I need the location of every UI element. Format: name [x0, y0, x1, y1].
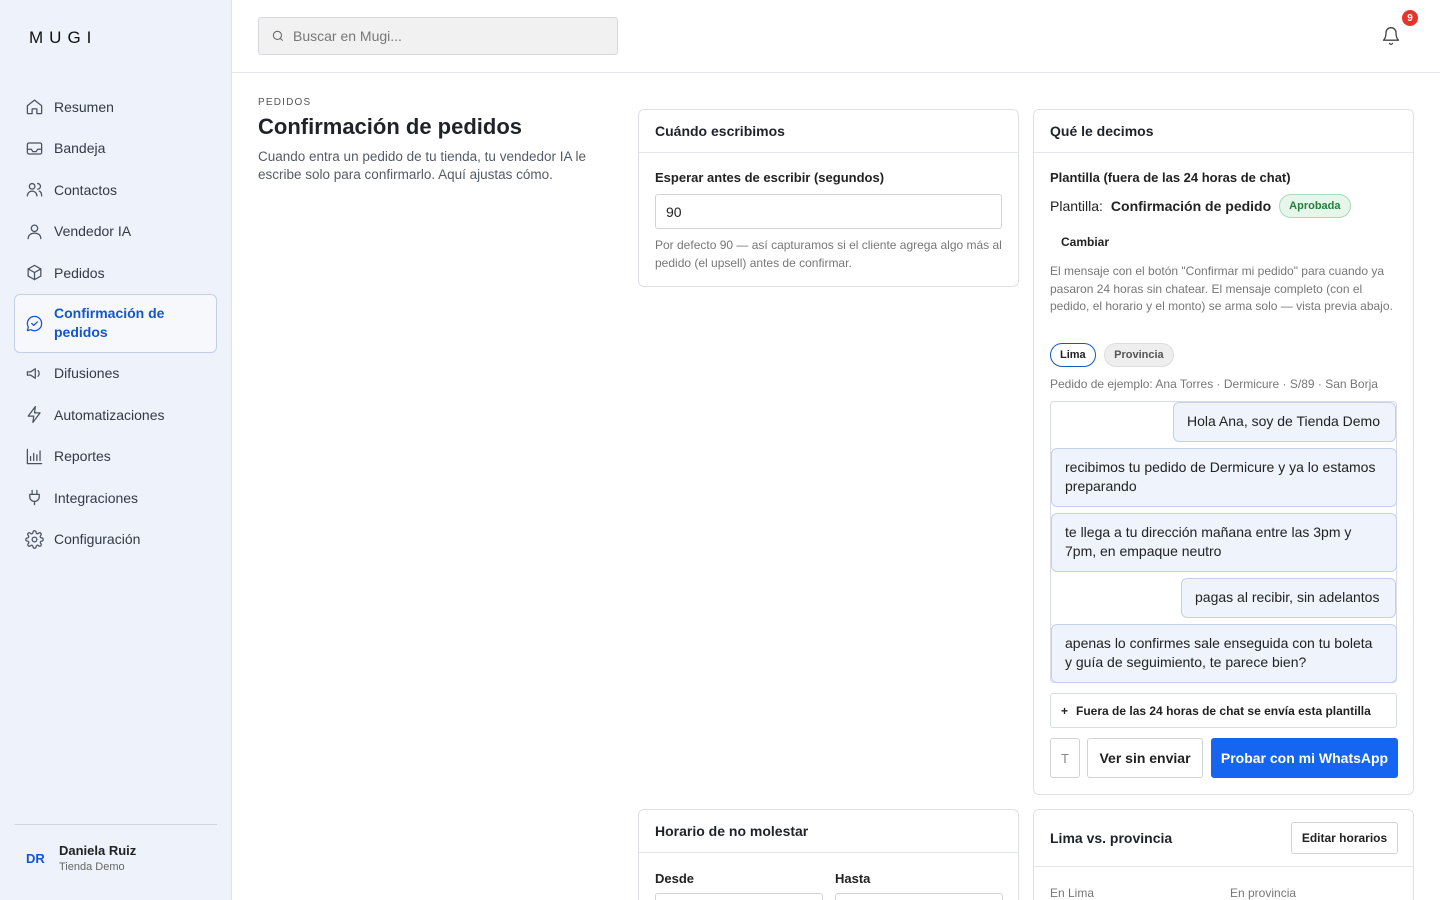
sidebar-item-vendedor-ia[interactable]: Vendedor IA	[14, 211, 217, 253]
sidebar-nav: Resumen Bandeja Contactos Vendedor IA Pe…	[14, 86, 217, 560]
sidebar-item-label: Automatizaciones	[54, 406, 165, 423]
sidebar-item-automatizaciones[interactable]: Automatizaciones	[14, 394, 217, 436]
search-box[interactable]	[258, 17, 618, 55]
plus-icon: +	[1061, 703, 1069, 718]
sidebar-item-difusiones[interactable]: Difusiones	[14, 353, 217, 395]
sidebar-item-label: Confirmación de pedidos	[54, 305, 165, 340]
to-label: Hasta	[835, 871, 871, 886]
gear-icon	[25, 529, 44, 549]
sidebar-item-bandeja[interactable]: Bandeja	[14, 128, 217, 170]
phone-input[interactable]	[1050, 738, 1080, 778]
edit-schedule-button[interactable]: Editar horarios	[1291, 822, 1398, 854]
sidebar-item-label: Contactos	[54, 181, 118, 198]
app-logo[interactable]: MUGI	[29, 28, 97, 48]
what-card: Qué le decimos Plantilla (fuera de las 2…	[1033, 109, 1414, 795]
users-icon	[26, 183, 43, 197]
topbar: 9	[232, 0, 1440, 73]
sidebar-item-configuracion[interactable]: Configuración	[14, 519, 217, 561]
chip-provincia[interactable]: Provincia	[1104, 343, 1174, 367]
example-order: Pedido de ejemplo: Ana Torres · Dermicur…	[1050, 377, 1378, 391]
sidebar-item-integraciones[interactable]: Integraciones	[14, 477, 217, 519]
search-icon	[272, 30, 284, 42]
to-time-input[interactable]	[835, 893, 1003, 900]
page-description: Cuando entra un pedido de tu tienda, tu …	[258, 149, 587, 182]
home-icon	[26, 99, 43, 115]
card-title: Horario de no molestar	[639, 810, 1018, 853]
bar-chart-icon	[26, 448, 43, 465]
sidebar-item-contactos[interactable]: Contactos	[14, 169, 217, 211]
plug-icon	[29, 489, 40, 506]
card-title: Cuándo escribimos	[639, 110, 1018, 153]
chat-check-icon	[26, 315, 43, 331]
chat-bubble: Hola Ana, soy de Tienda Demo	[1173, 402, 1396, 442]
template-disclosure-label: Fuera de las 24 horas de chat se envía e…	[1076, 703, 1371, 718]
message-preview: Hola Ana, soy de Tienda Demo recibimos t…	[1050, 401, 1397, 683]
sidebar-item-label: Bandeja	[54, 140, 106, 157]
wait-seconds-help: Por defecto 90 — así capturamos si el cl…	[655, 238, 1002, 270]
sidebar-divider	[14, 824, 217, 825]
test-whatsapp-button[interactable]: Probar con mi WhatsApp	[1211, 738, 1398, 778]
bell-icon	[1382, 27, 1400, 46]
user-profile[interactable]: DR Daniela Ruiz Tienda Demo	[26, 843, 136, 873]
region-card: Lima vs. provincia Editar horarios En Li…	[1033, 809, 1414, 900]
chat-bubble: apenas lo confirmes sale enseguida con t…	[1051, 624, 1397, 683]
from-time-input[interactable]	[655, 893, 823, 900]
chip-lima[interactable]: Lima	[1050, 343, 1096, 367]
sidebar-item-label: Vendedor IA	[54, 223, 132, 240]
sidebar-item-confirmacion-de-pedidos[interactable]: Confirmación de pedidos	[14, 293, 217, 353]
preview-button[interactable]: Ver sin enviar	[1087, 738, 1203, 778]
wait-seconds-label: Esperar antes de escribir (segundos)	[655, 170, 885, 185]
sidebar-item-reportes[interactable]: Reportes	[14, 436, 217, 478]
template-line: Plantilla: Confirmación de pedido Aproba…	[1050, 194, 1351, 218]
template-description: El mensaje con el botón "Confirmar mi pe…	[1050, 264, 1393, 313]
box-icon	[27, 264, 42, 281]
when-card: Cuándo escribimos Esperar antes de escri…	[638, 109, 1019, 287]
card-title: Lima vs. provincia	[1050, 830, 1173, 846]
wait-seconds-input[interactable]	[655, 194, 1002, 229]
user-store: Tienda Demo	[59, 861, 125, 873]
user-icon	[27, 224, 42, 240]
sidebar-item-label: Integraciones	[54, 489, 139, 506]
notifications-button[interactable]	[1381, 26, 1403, 48]
inbox-icon	[26, 142, 43, 155]
chat-bubble: pagas al recibir, sin adelantos	[1181, 578, 1396, 618]
bolt-icon	[27, 406, 41, 424]
megaphone-icon	[26, 367, 40, 379]
card-title: Qué le decimos	[1034, 110, 1413, 153]
template-prefix: Plantilla:	[1050, 198, 1103, 214]
search-input[interactable]	[293, 28, 593, 44]
avatar: DR	[26, 850, 45, 866]
sidebar-item-label: Reportes	[54, 448, 111, 465]
template-heading: Plantilla (fuera de las 24 horas de chat…	[1050, 170, 1291, 185]
template-name: Confirmación de pedido	[1110, 198, 1272, 214]
sidebar-item-label: Pedidos	[54, 264, 105, 281]
template-disclosure[interactable]: + Fuera de las 24 horas de chat se envía…	[1050, 693, 1397, 728]
change-template-button[interactable]: Cambiar	[1061, 235, 1109, 249]
sidebar-item-resumen[interactable]: Resumen	[14, 86, 217, 128]
sidebar-item-label: Resumen	[54, 98, 114, 115]
lima-label: En Lima	[1050, 886, 1095, 900]
sidebar-item-label: Configuración	[54, 531, 141, 548]
region-chips: Lima Provincia	[1050, 343, 1178, 367]
chat-bubble: recibimos tu pedido de Dermicure y ya lo…	[1051, 448, 1397, 507]
sidebar-item-pedidos[interactable]: Pedidos	[14, 252, 217, 294]
quiet-hours-card: Horario de no molestar Desde Hasta	[638, 809, 1019, 900]
status-badge: Aprobada	[1279, 194, 1351, 218]
sidebar-item-label: Difusiones	[54, 365, 120, 382]
from-label: Desde	[655, 871, 695, 886]
sidebar: MUGI Resumen Bandeja Contactos Vendedor …	[0, 0, 232, 900]
breadcrumb: PEDIDOS	[258, 97, 312, 108]
province-label: En provincia	[1230, 886, 1297, 900]
user-name: Daniela Ruiz	[59, 843, 137, 858]
notification-count-badge: 9	[1402, 10, 1418, 26]
page-title: Confirmación de pedidos	[258, 114, 523, 139]
chat-bubble: te llega a tu dirección mañana entre las…	[1051, 513, 1397, 572]
